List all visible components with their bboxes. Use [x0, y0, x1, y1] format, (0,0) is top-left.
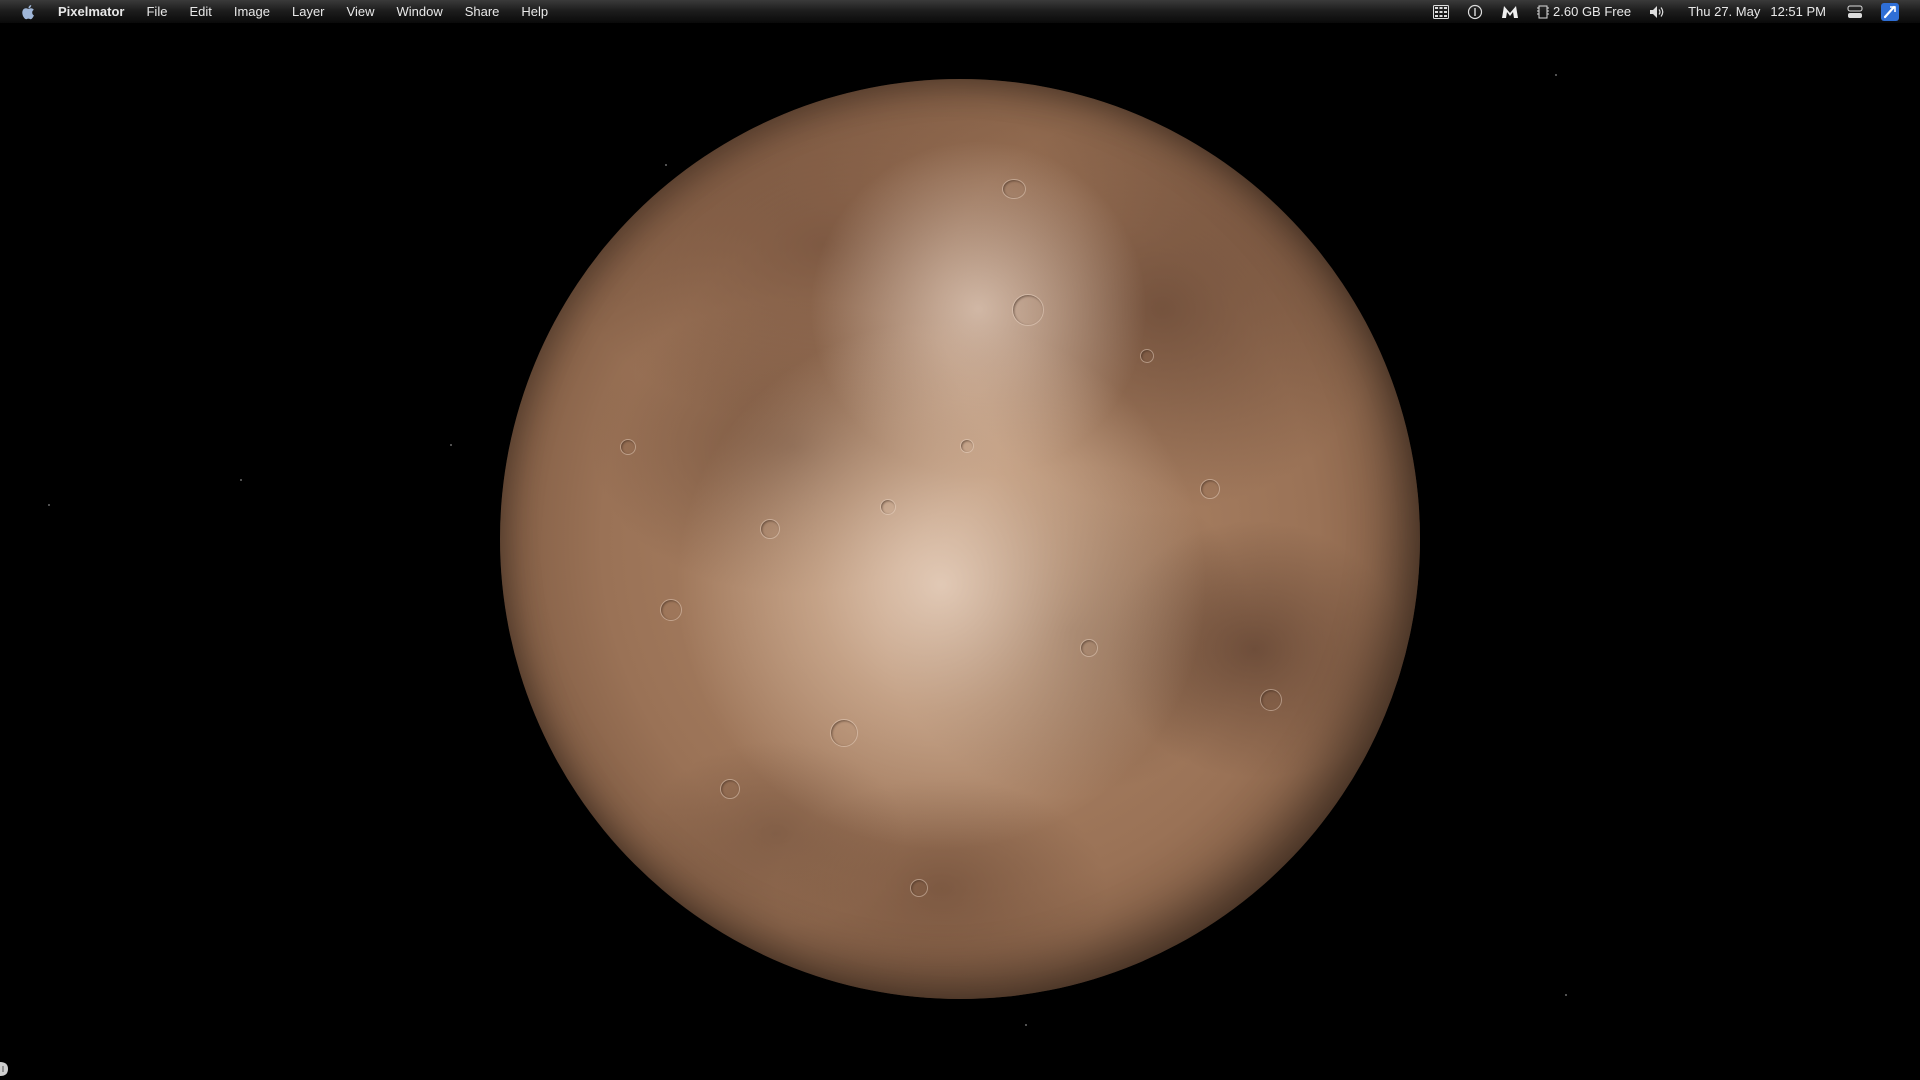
malwarebytes-icon[interactable] [1492, 0, 1528, 24]
crater [880, 499, 896, 515]
calculator-icon[interactable] [1424, 0, 1458, 24]
crater [1200, 479, 1220, 499]
crater [620, 439, 636, 455]
clock-date: Thu 27. May [1688, 4, 1761, 19]
menu-share[interactable]: Share [454, 0, 511, 24]
crater [960, 439, 974, 453]
star [1555, 74, 1557, 76]
menu-bar: Pixelmator File Edit Image Layer View Wi… [0, 0, 1920, 24]
menu-bar-left: Pixelmator File Edit Image Layer View Wi… [0, 0, 559, 24]
crater [830, 719, 858, 747]
clock-menu-icon[interactable] [1458, 0, 1492, 24]
crater [720, 779, 740, 799]
moon-image [500, 79, 1420, 999]
menu-window[interactable]: Window [385, 0, 453, 24]
crater [1260, 689, 1282, 711]
crater [760, 519, 780, 539]
star [450, 444, 452, 446]
crater [910, 879, 928, 897]
menu-help[interactable]: Help [510, 0, 559, 24]
menu-image[interactable]: Image [223, 0, 281, 24]
star [1025, 1024, 1027, 1026]
sidebar-handle-icon[interactable] [0, 1060, 14, 1078]
app-menu-pixelmator[interactable]: Pixelmator [54, 0, 135, 24]
menu-view[interactable]: View [336, 0, 386, 24]
memory-status[interactable]: 2.60 GB Free [1528, 0, 1640, 24]
apple-icon[interactable] [20, 4, 36, 20]
crater [1140, 349, 1154, 363]
menu-layer[interactable]: Layer [281, 0, 336, 24]
spotlight-icon[interactable] [1872, 0, 1908, 24]
crater [1080, 639, 1098, 657]
crater [1002, 179, 1026, 199]
star [240, 479, 242, 481]
desktop-wallpaper [0, 24, 1920, 1080]
volume-icon[interactable] [1640, 0, 1676, 24]
memory-chip-icon [1537, 5, 1550, 19]
star [48, 504, 50, 506]
menu-edit[interactable]: Edit [178, 0, 222, 24]
menu-bar-status-area: 2.60 GB Free Thu 27. May 12:51 PM [1424, 0, 1920, 24]
menu-clock[interactable]: Thu 27. May 12:51 PM [1676, 0, 1838, 24]
memory-free-text: 2.60 GB Free [1553, 4, 1632, 19]
user-switch-icon[interactable] [1838, 0, 1872, 24]
menu-file[interactable]: File [135, 0, 178, 24]
star [665, 164, 667, 166]
crater [660, 599, 682, 621]
crater [1012, 294, 1044, 326]
star [1565, 994, 1567, 996]
clock-time: 12:51 PM [1770, 4, 1826, 19]
